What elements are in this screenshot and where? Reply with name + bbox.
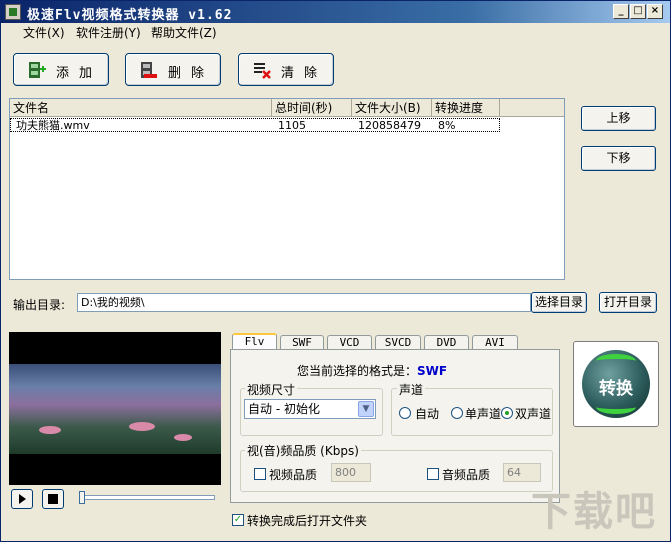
video-size-value: 自动 - 初始化 bbox=[248, 402, 320, 416]
channel-stereo-label: 双声道 bbox=[515, 407, 552, 421]
output-dir-input[interactable]: D:\我的视频\ bbox=[77, 293, 531, 312]
video-detail bbox=[39, 426, 61, 434]
clear-label: 清除 bbox=[281, 66, 328, 81]
video-detail bbox=[174, 434, 192, 441]
tab-vcd[interactable]: VCD bbox=[327, 335, 372, 350]
video-detail bbox=[129, 422, 155, 431]
video-frame bbox=[9, 364, 221, 454]
minimize-button[interactable]: _ bbox=[613, 4, 629, 19]
channel-auto-radio[interactable] bbox=[399, 407, 411, 419]
current-format-value: SWF bbox=[417, 364, 448, 378]
app-icon bbox=[5, 4, 21, 20]
menu-bar: 文件(X) 软件注册(Y) 帮助文件(Z) bbox=[1, 23, 670, 41]
output-dir-label: 输出目录: bbox=[13, 298, 66, 312]
title-bar[interactable]: 极速Flv视频格式转换器 v1.62 _ □ × bbox=[1, 1, 670, 23]
quality-title: 视(音)频品质 (Kbps) bbox=[245, 442, 361, 459]
window-title: 极速Flv视频格式转换器 v1.62 bbox=[27, 8, 233, 23]
menu-help[interactable]: 帮助文件(Z) bbox=[151, 24, 217, 41]
video-size-title: 视频尺寸 bbox=[245, 381, 298, 398]
chevron-down-icon[interactable]: ▼ bbox=[358, 401, 374, 417]
row-duration: 1105 bbox=[278, 119, 306, 132]
add-label: 添加 bbox=[56, 66, 103, 81]
open-dir-button[interactable]: 打开目录 bbox=[599, 292, 657, 313]
convert-arrow-icon bbox=[596, 400, 636, 414]
stop-icon bbox=[48, 494, 58, 504]
move-down-button[interactable]: 下移 bbox=[581, 146, 656, 171]
clear-list-icon bbox=[254, 63, 271, 79]
menu-file[interactable]: 文件(X) bbox=[23, 24, 65, 41]
video-quality-checkbox[interactable] bbox=[254, 468, 266, 480]
maximize-button[interactable]: □ bbox=[630, 4, 646, 19]
video-size-select[interactable]: 自动 - 初始化 ▼ bbox=[244, 399, 376, 419]
convert-label: 转换 bbox=[599, 379, 633, 399]
seek-slider-thumb[interactable] bbox=[79, 491, 85, 504]
video-quality-label: 视频品质 bbox=[269, 468, 318, 482]
channel-mono-label: 单声道 bbox=[465, 407, 502, 421]
delete-label: 删除 bbox=[168, 66, 215, 81]
play-icon bbox=[19, 494, 26, 504]
close-button[interactable]: × bbox=[647, 4, 663, 19]
add-button[interactable]: 添加 bbox=[13, 53, 109, 86]
film-add-icon bbox=[29, 62, 46, 78]
file-list[interactable]: 文件名 总时间(秒) 文件大小(B) 转换进度 功夫熊猫.wmv 1105 12… bbox=[9, 98, 565, 280]
open-after-checkbox[interactable]: ✓ bbox=[232, 514, 244, 526]
seek-slider-track[interactable] bbox=[81, 495, 215, 500]
open-after-label: 转换完成后打开文件夹 bbox=[247, 514, 368, 528]
column-filesize[interactable]: 文件大小(B) bbox=[352, 99, 432, 117]
video-quality-input[interactable]: 800 bbox=[331, 463, 371, 482]
table-row[interactable]: 功夫熊猫.wmv 1105 120858479 8% bbox=[10, 118, 500, 132]
play-button[interactable] bbox=[11, 489, 33, 509]
stop-button[interactable] bbox=[42, 489, 64, 509]
menu-register[interactable]: 软件注册(Y) bbox=[76, 24, 141, 41]
tab-flv[interactable]: Flv bbox=[232, 333, 277, 350]
audio-quality-checkbox[interactable] bbox=[427, 468, 439, 480]
tab-dvd[interactable]: DVD bbox=[424, 335, 469, 350]
film-delete-icon bbox=[141, 62, 157, 78]
tab-swf[interactable]: SWF bbox=[280, 335, 324, 350]
move-up-button[interactable]: 上移 bbox=[581, 106, 656, 131]
current-format-label: 您当前选择的格式是： bbox=[297, 364, 418, 378]
delete-button[interactable]: 删除 bbox=[125, 53, 221, 86]
file-list-header: 文件名 总时间(秒) 文件大小(B) 转换进度 bbox=[10, 99, 564, 117]
row-filesize: 120858479 bbox=[358, 119, 421, 132]
main-window: 极速Flv视频格式转换器 v1.62 _ □ × 文件(X) 软件注册(Y) 帮… bbox=[0, 0, 671, 542]
column-progress[interactable]: 转换进度 bbox=[432, 99, 500, 117]
channel-stereo-radio[interactable] bbox=[501, 407, 513, 419]
channel-mono-radio[interactable] bbox=[451, 407, 463, 419]
watermark-logo: 下载吧 bbox=[531, 489, 657, 535]
tab-avi[interactable]: AVI bbox=[472, 335, 518, 350]
audio-quality-label: 音频品质 bbox=[442, 468, 491, 482]
column-duration[interactable]: 总时间(秒) bbox=[272, 99, 352, 117]
channel-auto-label: 自动 bbox=[415, 407, 440, 421]
video-preview bbox=[9, 332, 221, 485]
current-format-line: 您当前选择的格式是：SWF bbox=[297, 362, 447, 379]
channel-title: 声道 bbox=[397, 381, 426, 398]
clear-button[interactable]: 清除 bbox=[238, 53, 334, 86]
column-filename[interactable]: 文件名 bbox=[10, 99, 272, 117]
convert-button[interactable]: 转换 bbox=[573, 341, 659, 427]
tab-svcd[interactable]: SVCD bbox=[375, 335, 421, 350]
row-progress: 8% bbox=[438, 119, 456, 132]
format-tab-panel: 您当前选择的格式是：SWF 视频尺寸 自动 - 初始化 ▼ 声道 自动 单声道 … bbox=[230, 349, 560, 503]
row-filename: 功夫熊猫.wmv bbox=[16, 119, 90, 132]
convert-arrow-icon bbox=[596, 354, 636, 368]
choose-dir-button[interactable]: 选择目录 bbox=[531, 292, 587, 313]
